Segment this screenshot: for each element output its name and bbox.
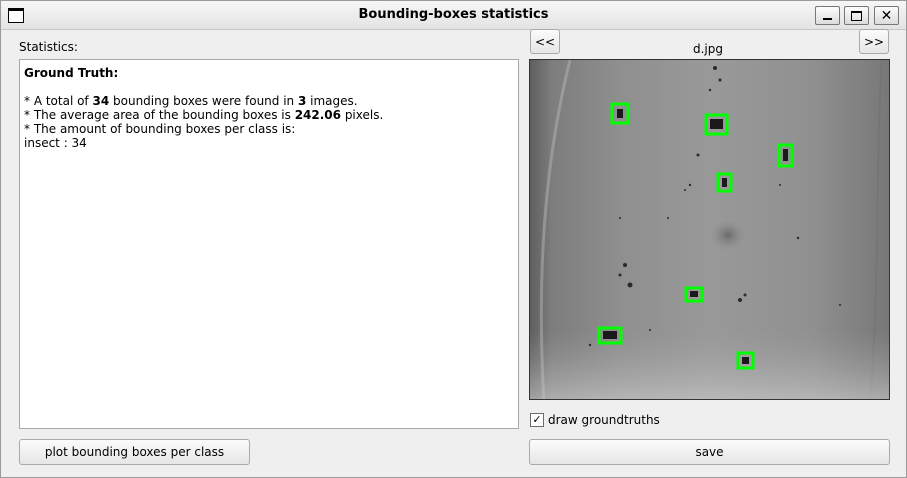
insect-image bbox=[530, 60, 889, 399]
minimize-button[interactable] bbox=[815, 6, 840, 25]
draw-groundtruths-checkbox[interactable]: ✓ bbox=[530, 413, 544, 427]
plot-per-class-button[interactable]: plot bounding boxes per class bbox=[19, 439, 250, 465]
close-button[interactable]: ✕ bbox=[874, 6, 899, 25]
statistics-label: Statistics: bbox=[19, 40, 78, 54]
image-preview[interactable] bbox=[529, 59, 890, 400]
total-boxes-line: * A total of 34 bounding boxes were foun… bbox=[24, 94, 358, 108]
previous-image-button[interactable]: << bbox=[530, 29, 560, 54]
close-icon: ✕ bbox=[880, 7, 893, 24]
average-area-line: * The average area of the bounding boxes… bbox=[24, 108, 384, 122]
average-area-value: 242.06 bbox=[294, 108, 341, 122]
title-bar[interactable]: Bounding-boxes statistics ✕ bbox=[1, 1, 906, 30]
next-image-button[interactable]: >> bbox=[859, 29, 889, 54]
maximize-button[interactable] bbox=[844, 6, 869, 25]
minimize-icon bbox=[823, 17, 832, 20]
window-title: Bounding-boxes statistics bbox=[358, 7, 549, 22]
maximize-icon bbox=[851, 10, 862, 21]
per-class-line: * The amount of bounding boxes per class… bbox=[24, 122, 296, 136]
box-count: 34 bbox=[92, 94, 110, 108]
save-button[interactable]: save bbox=[529, 439, 890, 465]
ground-truth-heading: Ground Truth: bbox=[24, 66, 119, 80]
image-filename: d.jpg bbox=[693, 42, 723, 56]
draw-groundtruths-label[interactable]: draw groundtruths bbox=[548, 413, 660, 427]
statistics-window: Bounding-boxes statistics ✕ Statistics: … bbox=[0, 0, 907, 478]
class-count-line: insect : 34 bbox=[24, 136, 87, 150]
statistics-text-area[interactable]: Ground Truth: * A total of 34 bounding b… bbox=[19, 59, 519, 429]
